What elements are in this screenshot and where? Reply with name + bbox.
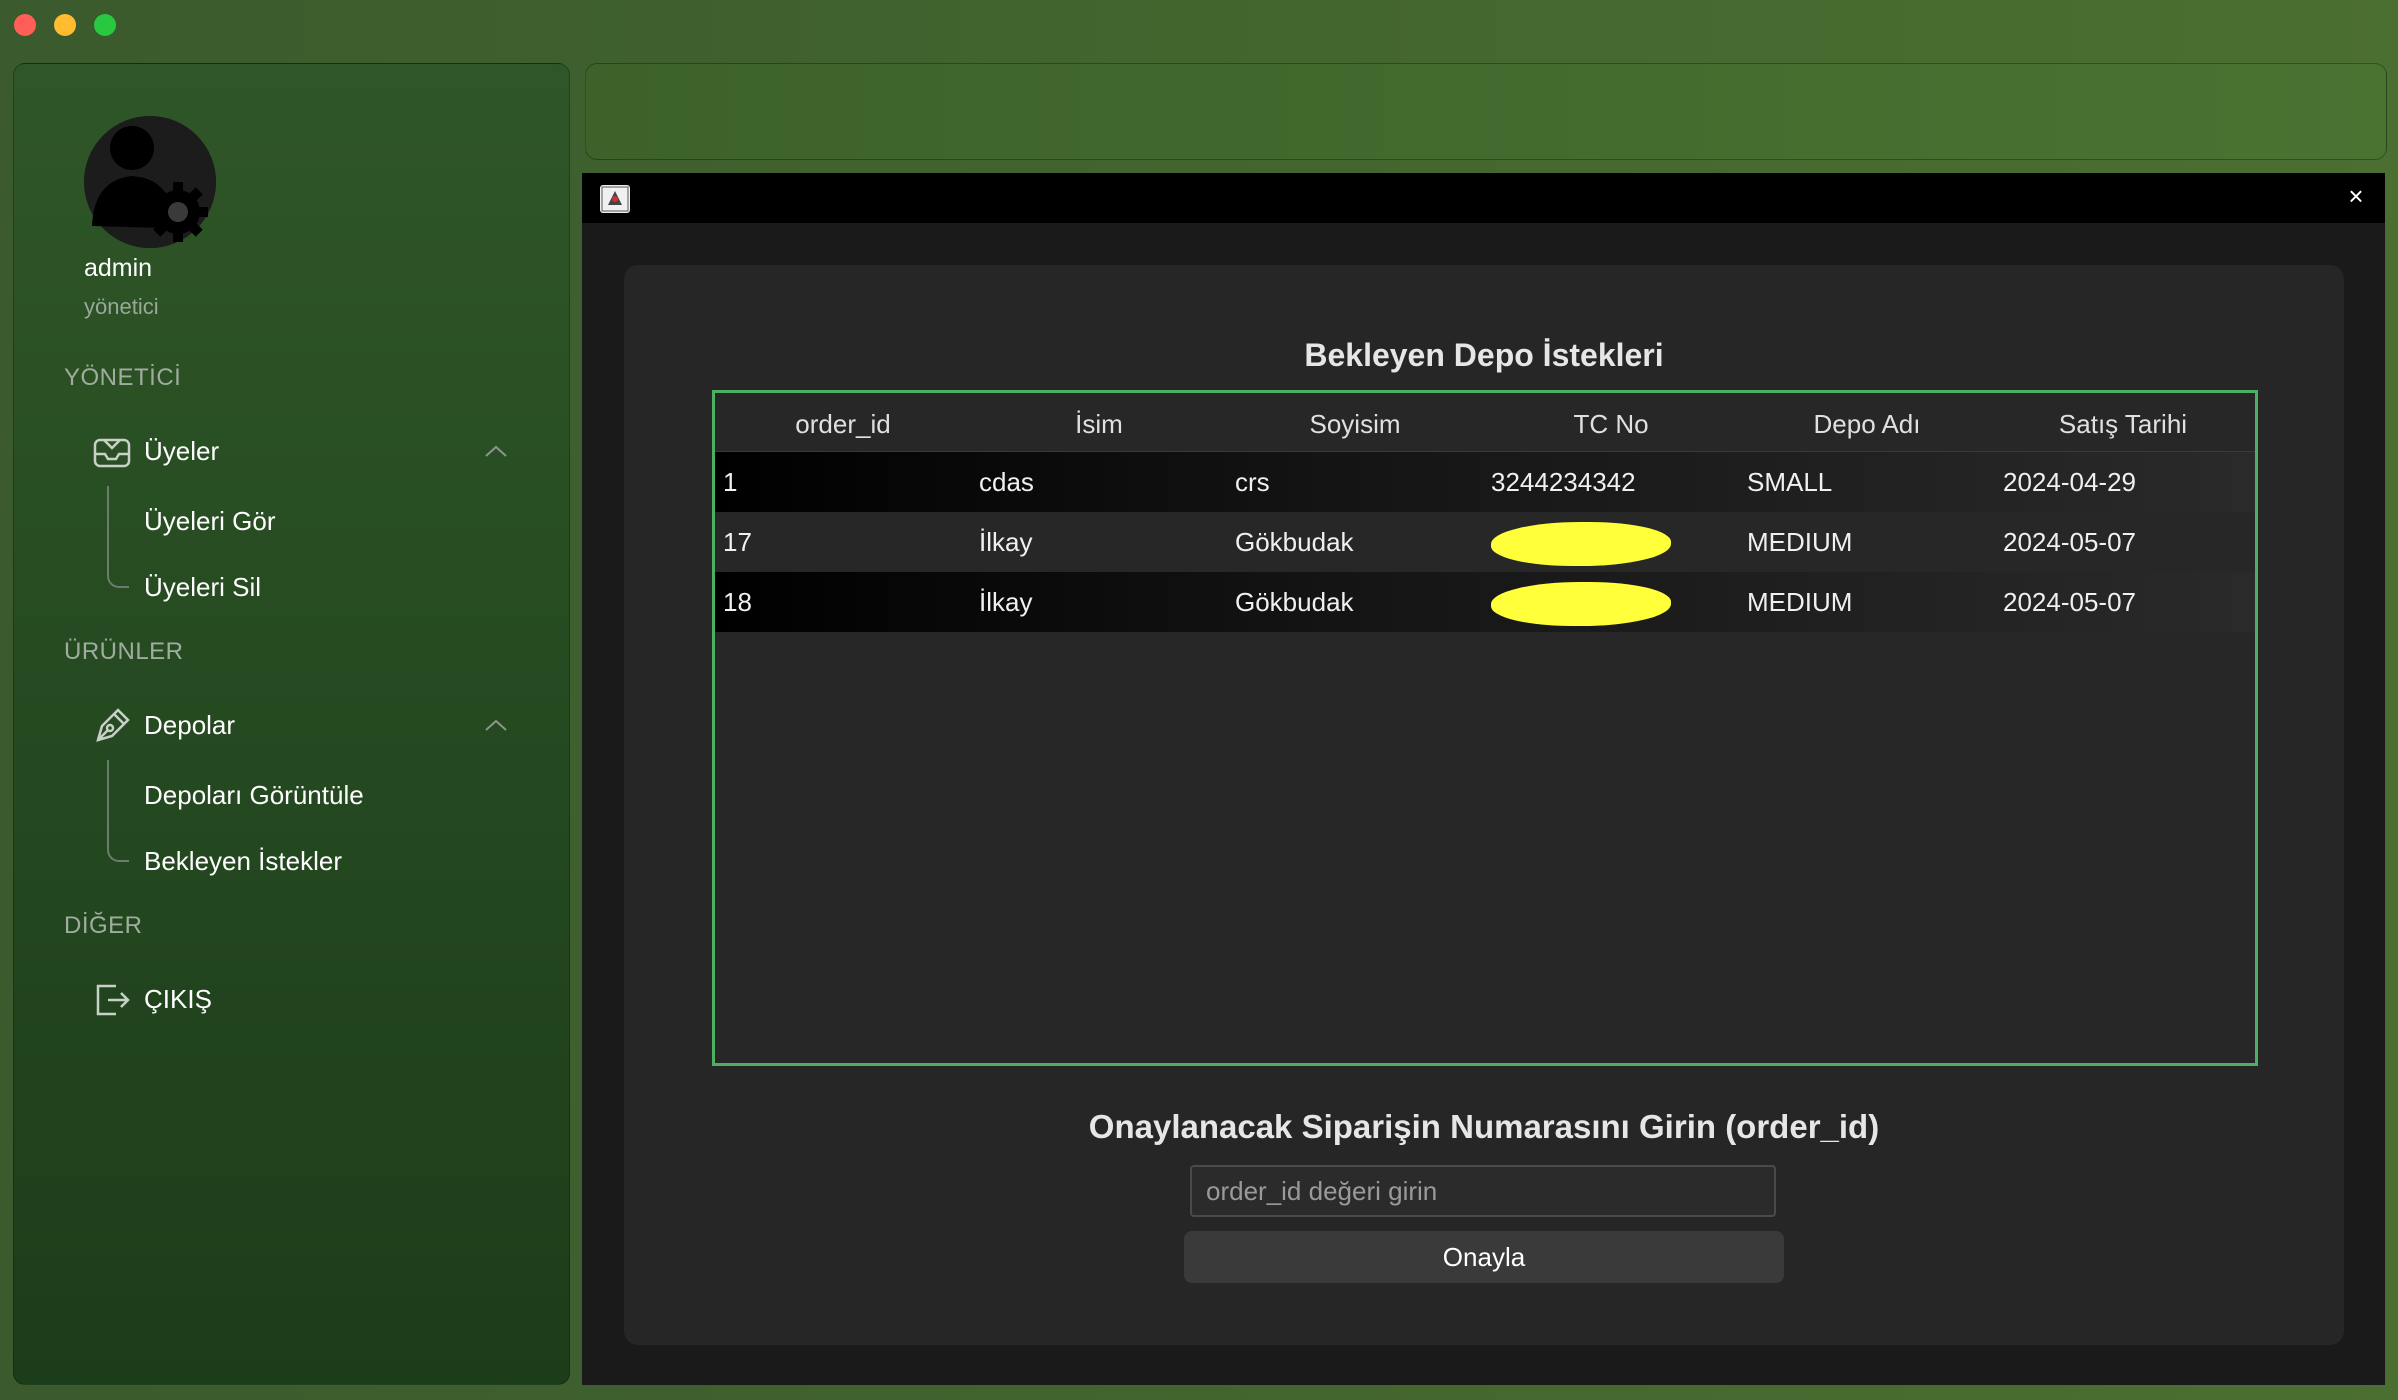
cell-surname: Gökbudak xyxy=(1235,527,1354,557)
cell-sale-date: 2024-05-07 xyxy=(2003,587,2136,617)
content-panel: Bekleyen Depo İstekleri order_id İsim So… xyxy=(624,265,2344,1345)
sidebar-item-view-depots[interactable]: Depoları Görüntüle xyxy=(144,780,364,811)
sidebar-item-members[interactable]: Üyeler xyxy=(144,436,219,467)
sidebar-item-pending-requests[interactable]: Bekleyen İstekler xyxy=(144,846,342,877)
sidebar: admin yönetici YÖNETİCİ Üyeler Üyeleri G… xyxy=(13,63,570,1385)
cell-depot-name: MEDIUM xyxy=(1747,587,1853,617)
chevron-up-icon[interactable] xyxy=(484,444,508,458)
pending-requests-dialog: × Bekleyen Depo İstekleri order_id İsim … xyxy=(582,173,2385,1385)
order-id-input[interactable] xyxy=(1190,1165,1776,1217)
section-other: DİĞER xyxy=(64,912,143,939)
table-header: order_id İsim Soyisim TC No Depo Adı Sat… xyxy=(715,393,2255,452)
cell-tc-no: 3244234342 xyxy=(1491,467,1636,497)
column-header-name[interactable]: İsim xyxy=(971,409,1227,440)
column-header-depot-name[interactable]: Depo Adı xyxy=(1739,409,1995,440)
cell-name: İlkay xyxy=(979,527,1033,557)
cell-sale-date: 2024-04-29 xyxy=(2003,467,2136,497)
sidebar-item-delete-members[interactable]: Üyeleri Sil xyxy=(144,572,261,603)
cell-surname: crs xyxy=(1235,467,1270,497)
column-header-tc-no[interactable]: TC No xyxy=(1483,409,1739,440)
section-admin: YÖNETİCİ xyxy=(64,364,182,391)
section-products: ÜRÜNLER xyxy=(64,638,184,665)
redaction-mark xyxy=(1491,522,1671,566)
cell-surname: Gökbudak xyxy=(1235,587,1354,617)
inbox-icon xyxy=(92,432,132,472)
sidebar-item-view-members[interactable]: Üyeleri Gör xyxy=(144,506,275,537)
column-header-order-id[interactable]: order_id xyxy=(715,409,971,440)
cell-order-id: 1 xyxy=(723,467,738,497)
user-name: admin xyxy=(84,254,153,282)
chevron-up-icon[interactable] xyxy=(484,718,508,732)
column-header-surname[interactable]: Soyisim xyxy=(1227,409,1483,440)
cell-depot-name: SMALL xyxy=(1747,467,1833,497)
column-header-sale-date[interactable]: Satış Tarihi xyxy=(1995,409,2251,440)
window-zoom-button[interactable] xyxy=(94,14,116,36)
logout-icon xyxy=(92,980,132,1020)
cell-sale-date: 2024-05-07 xyxy=(2003,527,2136,557)
dialog-close-icon[interactable]: × xyxy=(2341,181,2371,211)
cell-order-id: 18 xyxy=(723,587,752,617)
confirm-button[interactable]: Onayla xyxy=(1184,1231,1784,1283)
top-bar xyxy=(585,63,2387,160)
sidebar-item-depots[interactable]: Depolar xyxy=(144,710,235,741)
tree-connector xyxy=(107,760,129,862)
cell-depot-name: MEDIUM xyxy=(1747,527,1853,557)
table-row[interactable]: 18 İlkay Gökbudak MEDIUM 2024-05-07 xyxy=(715,572,2255,632)
window-close-button[interactable] xyxy=(14,14,36,36)
window-minimize-button[interactable] xyxy=(54,14,76,36)
page-title: Bekleyen Depo İstekleri xyxy=(1304,337,1664,373)
table-row[interactable]: 1 cdas crs 3244234342 SMALL 2024-04-29 xyxy=(715,452,2255,512)
java-app-icon xyxy=(600,185,630,213)
table-row[interactable]: 17 İlkay Gökbudak MEDIUM 2024-05-07 xyxy=(715,512,2255,572)
dialog-titlebar[interactable]: × xyxy=(582,173,2385,223)
sidebar-item-logout[interactable]: ÇIKIŞ xyxy=(144,984,212,1015)
user-role: yönetici xyxy=(84,294,159,319)
redaction-mark xyxy=(1491,582,1671,626)
admin-avatar-icon xyxy=(84,116,216,248)
order-id-prompt: Onaylanacak Siparişin Numarasını Girin (… xyxy=(1088,1108,1880,1145)
tree-connector xyxy=(107,486,129,588)
cell-name: cdas xyxy=(979,467,1034,497)
pen-icon xyxy=(92,706,132,746)
cell-name: İlkay xyxy=(979,587,1033,617)
requests-table: order_id İsim Soyisim TC No Depo Adı Sat… xyxy=(712,390,2258,1066)
cell-order-id: 17 xyxy=(723,527,752,557)
